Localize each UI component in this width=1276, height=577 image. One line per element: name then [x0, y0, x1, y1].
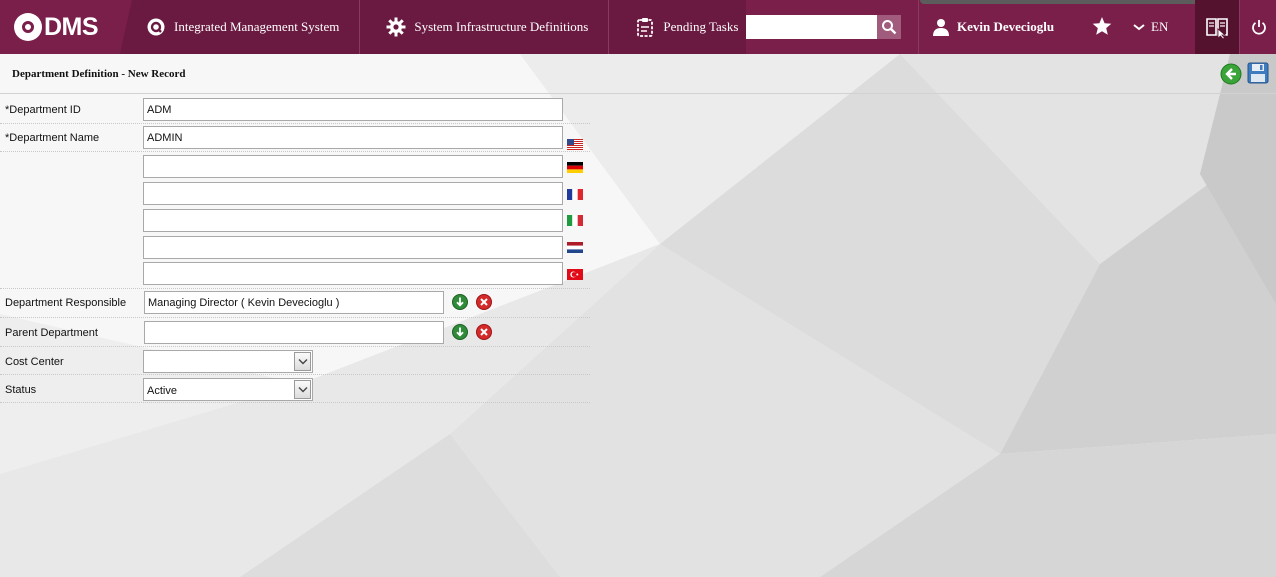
- title-divider: [0, 93, 1276, 94]
- logo-text: DMS: [44, 12, 99, 41]
- clear-responsible-button[interactable]: [476, 294, 492, 310]
- search-input[interactable]: [746, 15, 877, 39]
- nav-integrated-management-system[interactable]: Integrated Management System: [120, 0, 361, 54]
- nav-label: Integrated Management System: [174, 19, 340, 34]
- top-right-tools: Kevin Devecioglu EN: [918, 0, 1276, 54]
- user-manual-button[interactable]: [1195, 0, 1239, 54]
- floppy-disk-icon: [1247, 62, 1269, 84]
- open-book-icon: [1206, 18, 1228, 39]
- favorites-star-icon[interactable]: [1091, 15, 1113, 37]
- department-name-field-fr[interactable]: [143, 182, 563, 205]
- netherlands-flag-icon[interactable]: [567, 242, 583, 253]
- department-id-label: *Department ID: [5, 104, 81, 116]
- user-icon: [931, 17, 951, 37]
- page-title: Department Definition - New Record: [12, 68, 186, 80]
- row-divider: [0, 374, 590, 375]
- department-id-field[interactable]: [143, 98, 563, 121]
- row-divider: [0, 402, 590, 403]
- status-select[interactable]: Active: [143, 378, 313, 401]
- department-name-field-en[interactable]: [143, 126, 563, 149]
- save-button[interactable]: [1247, 62, 1269, 84]
- chevron-down-icon: [294, 380, 311, 399]
- back-arrow-icon: [1220, 63, 1242, 85]
- chevron-down-icon: [1133, 24, 1145, 31]
- delete-x-icon: [476, 294, 492, 310]
- nav-pending-tasks[interactable]: Pending Tasks: [609, 0, 746, 54]
- nav-label: System Infrastructure Definitions: [414, 19, 589, 34]
- france-flag-icon[interactable]: [567, 189, 583, 200]
- clipboard-icon: [635, 17, 655, 37]
- logout-button[interactable]: [1239, 0, 1276, 54]
- italy-flag-icon[interactable]: [567, 215, 583, 226]
- row-divider: [0, 151, 590, 152]
- clear-parent-department-button[interactable]: [476, 324, 492, 340]
- content-area: Department Definition - New Record *Depa…: [0, 54, 1276, 577]
- back-button[interactable]: [1220, 63, 1242, 85]
- main-menu: Integrated Management System System Infr…: [120, 0, 746, 54]
- search-icon: [882, 20, 897, 35]
- department-responsible-label: Department Responsible: [5, 297, 127, 309]
- top-navigation-bar: DMS Integrated Management System System …: [0, 0, 1276, 54]
- user-name: Kevin Devecioglu: [957, 19, 1055, 34]
- user-menu[interactable]: Kevin Devecioglu: [931, 0, 1054, 54]
- us-flag-icon[interactable]: [567, 139, 583, 150]
- chevron-down-icon: [294, 352, 311, 371]
- turkey-flag-icon[interactable]: [567, 269, 583, 280]
- department-name-field-de[interactable]: [143, 155, 563, 178]
- power-icon: [1251, 20, 1266, 35]
- qdms-logo[interactable]: DMS: [14, 12, 99, 42]
- select-responsible-button[interactable]: [452, 294, 468, 310]
- download-arrow-icon: [452, 324, 468, 340]
- logo-q-icon: [14, 13, 42, 41]
- nav-label: Pending Tasks: [663, 19, 739, 34]
- department-name-field-it[interactable]: [143, 209, 563, 232]
- gear-icon: [386, 17, 406, 37]
- parent-department-label: Parent Department: [5, 327, 98, 339]
- logo-area: DMS: [0, 0, 128, 54]
- department-name-field-nl[interactable]: [143, 236, 563, 259]
- status-label: Status: [5, 384, 37, 396]
- nav-system-infrastructure-definitions[interactable]: System Infrastructure Definitions: [360, 0, 610, 54]
- status-value: Active: [147, 385, 177, 397]
- parent-department-field[interactable]: [144, 321, 444, 344]
- department-name-field-tr[interactable]: [143, 262, 563, 285]
- cost-center-select[interactable]: [143, 350, 313, 373]
- download-arrow-icon: [452, 294, 468, 310]
- department-responsible-field[interactable]: [144, 291, 444, 314]
- row-divider: [0, 288, 590, 289]
- delete-x-icon: [476, 324, 492, 340]
- search-button[interactable]: [877, 15, 901, 39]
- language-code: EN: [1151, 19, 1169, 34]
- cost-center-label: Cost Center: [5, 356, 64, 368]
- language-selector[interactable]: EN: [1133, 0, 1168, 54]
- select-parent-department-button[interactable]: [452, 324, 468, 340]
- row-divider: [0, 317, 590, 318]
- row-divider: [0, 346, 590, 347]
- q-logo-icon: [146, 17, 166, 37]
- germany-flag-icon[interactable]: [567, 162, 583, 173]
- search-box: [746, 15, 901, 39]
- department-name-label: *Department Name: [5, 132, 100, 144]
- row-divider: [0, 123, 590, 124]
